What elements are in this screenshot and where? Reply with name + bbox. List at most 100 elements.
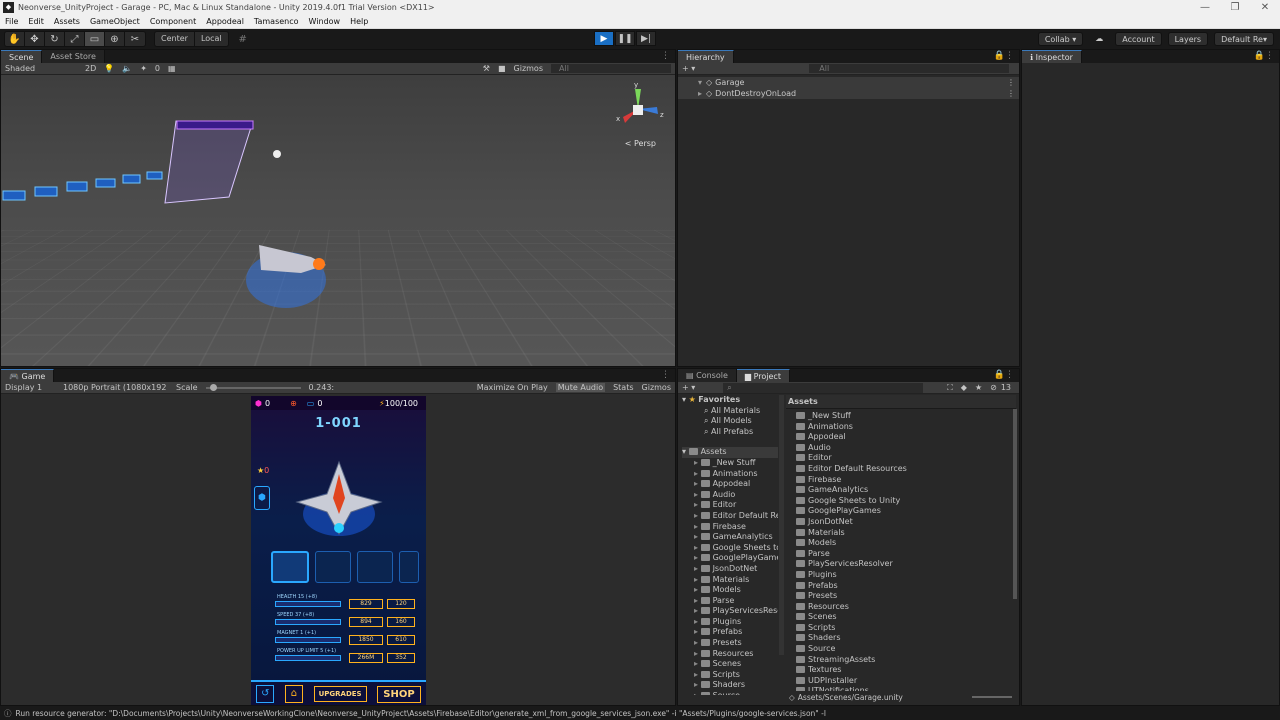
folder-item[interactable]: Firebase	[796, 475, 1016, 486]
expand-icon[interactable]: ▸	[694, 564, 701, 573]
tree-item[interactable]: ⌕ All Models	[682, 416, 778, 427]
expand-icon[interactable]: ▸	[694, 575, 701, 584]
expand-icon[interactable]: ▸	[694, 659, 701, 668]
folder-item[interactable]: Source	[796, 644, 1016, 655]
assets-header[interactable]: ▾ Assets	[682, 447, 778, 458]
hidden-packages-icon[interactable]: ⊘ 13	[990, 383, 1015, 392]
collab-button[interactable]: Collab ▾	[1037, 32, 1084, 46]
folder-item[interactable]: PlayServicesResolver	[796, 559, 1016, 570]
resolution-dropdown[interactable]: 1080p Portrait (1080x192	[63, 383, 168, 392]
panel-menu-icon[interactable]: ⋮	[661, 370, 670, 380]
restore-button[interactable]: ❐	[1220, 2, 1250, 13]
expand-icon[interactable]: ▸	[698, 89, 702, 98]
home-icon[interactable]: ⌂	[284, 685, 303, 703]
tree-item[interactable]: ▸ Presets	[682, 638, 778, 649]
expand-icon[interactable]: ▸	[694, 627, 701, 636]
tree-item[interactable]: ▸ Parse	[682, 596, 778, 607]
tree-item[interactable]: ▸ Plugins	[682, 617, 778, 628]
maximize-on-play-toggle[interactable]: Maximize On Play	[477, 383, 548, 392]
move-tool-icon[interactable]: ✥	[25, 32, 45, 46]
folder-item[interactable]: UDPInstaller	[796, 676, 1016, 687]
tree-item[interactable]: ⌕ All Prefabs	[682, 427, 778, 438]
account-dropdown[interactable]: Account	[1115, 32, 1162, 46]
menu-component[interactable]: Component	[150, 17, 196, 26]
tree-item[interactable]: ▸ GameAnalytics	[682, 532, 778, 543]
close-button[interactable]: ✕	[1250, 2, 1280, 13]
shading-dropdown[interactable]: Shaded	[5, 64, 77, 73]
filter-label-icon[interactable]: ◆	[961, 383, 967, 392]
tree-item[interactable]: ▸ Scenes	[682, 659, 778, 670]
project-search-input[interactable]: ⌕	[723, 382, 924, 393]
expand-icon[interactable]: ▸	[694, 680, 701, 689]
upgrades-button[interactable]: UPGRADES	[313, 686, 367, 702]
folder-item[interactable]: Parse	[796, 549, 1016, 560]
mode-2d-toggle[interactable]: 2D	[85, 64, 96, 73]
lighting-icon[interactable]: 💡	[104, 64, 114, 73]
panel-menu-icon[interactable]: ⋮	[661, 51, 670, 61]
expand-icon[interactable]: ▸	[694, 596, 701, 605]
menu-appodeal[interactable]: Appodeal	[206, 17, 244, 26]
item-menu-icon[interactable]: ⋮	[1007, 89, 1015, 98]
breadcrumb[interactable]: Assets	[786, 395, 1016, 409]
folder-item[interactable]: Resources	[796, 602, 1016, 613]
custom-tool-icon[interactable]: ✂	[125, 32, 145, 46]
panel-menu-icon[interactable]: ⋮	[1005, 51, 1014, 61]
menu-gameobject[interactable]: GameObject	[90, 17, 140, 26]
scene-viewport[interactable]: y z x < Persp	[1, 75, 675, 366]
folder-item[interactable]: GooglePlayGames	[796, 506, 1016, 517]
folder-item[interactable]: Materials	[796, 528, 1016, 539]
tab-console[interactable]: ▤ Console	[678, 369, 737, 382]
folder-item[interactable]: Prefabs	[796, 581, 1016, 592]
folder-item[interactable]: Audio	[796, 443, 1016, 454]
menu-assets[interactable]: Assets	[54, 17, 80, 26]
tree-item[interactable]: ▸ Editor Default Res	[682, 511, 778, 522]
mute-audio-toggle[interactable]: Mute Audio	[555, 383, 606, 392]
tree-scrollbar[interactable]	[779, 395, 784, 655]
folder-item[interactable]: Scripts	[796, 623, 1016, 634]
tree-item[interactable]: ▸ Firebase	[682, 522, 778, 533]
upgrade-coin-button[interactable]: 894	[349, 617, 383, 627]
shop-button[interactable]: SHOP	[377, 685, 421, 703]
upgrade-coin-button[interactable]: 1850	[349, 635, 383, 645]
tab-project[interactable]: ▆ Project	[736, 369, 790, 382]
ship-slot-selected[interactable]	[271, 551, 309, 583]
tab-game[interactable]: 🎮 Game	[1, 369, 55, 382]
expand-icon[interactable]: ▸	[694, 638, 701, 647]
status-message[interactable]: Run resource generator: "D:\Documents\Pr…	[16, 709, 826, 718]
orientation-gizmo[interactable]: y z x	[613, 79, 668, 139]
camera-icon[interactable]: ■	[498, 64, 506, 73]
upgrade-gem-button[interactable]: 610	[387, 635, 415, 645]
game-gizmos-dropdown[interactable]: Gizmos	[642, 383, 671, 392]
expand-icon[interactable]: ▸	[694, 469, 701, 478]
panel-menu-icon[interactable]: ⋮	[1265, 51, 1274, 61]
scene-search-input[interactable]: All	[551, 64, 671, 73]
folder-item[interactable]: Appodeal	[796, 432, 1016, 443]
tree-item[interactable]: ▸ Audio	[682, 490, 778, 501]
tree-item[interactable]: ⌕ All Materials	[682, 406, 778, 417]
expand-icon[interactable]: ▸	[694, 617, 701, 626]
folder-item[interactable]: Presets	[796, 591, 1016, 602]
scale-tool-icon[interactable]: ⤢	[65, 32, 85, 46]
layers-dropdown[interactable]: Layers	[1167, 32, 1209, 46]
folder-item[interactable]: Plugins	[796, 570, 1016, 581]
expand-icon[interactable]: ▸	[694, 458, 701, 467]
folder-item[interactable]: Editor Default Resources	[796, 464, 1016, 475]
folder-item[interactable]: GameAnalytics	[796, 485, 1016, 496]
upgrade-gem-button[interactable]: 120	[387, 599, 415, 609]
tab-asset-store[interactable]: Asset Store	[42, 50, 105, 63]
add-gem-icon[interactable]: ⊕	[290, 399, 297, 408]
perspective-label[interactable]: < Persp	[625, 139, 656, 148]
folder-item[interactable]: Editor	[796, 453, 1016, 464]
folder-item[interactable]: _New Stuff	[796, 411, 1016, 422]
tab-scene[interactable]: Scene	[1, 50, 43, 63]
expand-icon[interactable]: ▸	[694, 500, 701, 509]
tools-icon[interactable]: ⚒	[483, 64, 490, 73]
expand-icon[interactable]: ▸	[694, 543, 701, 552]
tree-item[interactable]: ▸ _New Stuff	[682, 458, 778, 469]
zoom-slider[interactable]	[972, 696, 1012, 698]
tree-item[interactable]: ▸ PlayServicesResc	[682, 606, 778, 617]
tree-item[interactable]: ▸ Appodeal	[682, 479, 778, 490]
lock-icon[interactable]: 🔒	[994, 370, 1005, 380]
scene-grid-icon[interactable]: ▦	[168, 64, 176, 73]
transform-tool-icon[interactable]: ⊕	[105, 32, 125, 46]
